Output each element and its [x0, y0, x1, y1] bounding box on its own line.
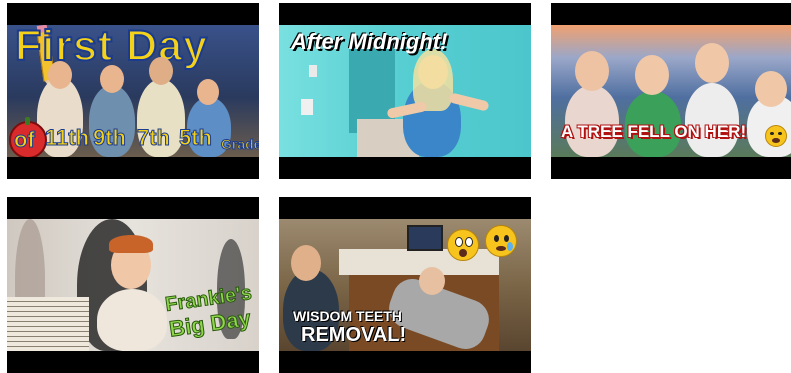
title-first-day: First Day [14, 25, 209, 70]
person [685, 83, 739, 157]
wall-switch [301, 99, 313, 115]
face [197, 79, 219, 105]
face [575, 51, 609, 91]
person [565, 85, 619, 157]
shocked-emoji-icon [447, 229, 479, 261]
thumbnail-image: WISDOM TEETH REMOVAL! [279, 219, 531, 351]
grade-label-11th: 11th [44, 125, 90, 150]
video-thumbnail-after-midnight[interactable]: After Midnight! [279, 3, 531, 179]
thumbnail-image: A TREE FELL ON HER! [551, 25, 791, 157]
video-grid: First Day of 11th 9th 7th 5th Grade Afte… [0, 0, 791, 373]
face [755, 71, 787, 107]
thumbnail-image: First Day of 11th 9th 7th 5th Grade [7, 25, 259, 157]
thumbnail-image: Frankie's Big Day [7, 219, 259, 351]
face [100, 65, 124, 93]
face [635, 55, 669, 95]
video-thumbnail-tree-fell[interactable]: A TREE FELL ON HER! [551, 3, 791, 179]
of-badge: of [14, 127, 36, 152]
thumbnail-image: After Midnight! [279, 25, 531, 157]
monitor [407, 225, 443, 251]
video-thumbnail-wisdom-teeth[interactable]: WISDOM TEETH REMOVAL! [279, 197, 531, 373]
sob-emoji-icon [765, 125, 787, 147]
caption-wisdom-teeth-line1: WISDOM TEETH [293, 308, 402, 324]
caption-tree-fell: A TREE FELL ON HER! [561, 122, 747, 141]
grade-label-9th: 9th [93, 125, 127, 150]
apple-icon: of [9, 117, 47, 157]
face [149, 57, 173, 85]
grade-label-5th: 5th [179, 125, 213, 150]
video-thumbnail-frankie[interactable]: Frankie's Big Day [7, 197, 259, 373]
hair [109, 235, 153, 253]
face [419, 267, 445, 295]
grade-label-7th: 7th [137, 125, 171, 150]
face [48, 61, 72, 89]
caption-after-midnight: After Midnight! [291, 29, 448, 54]
sheet-music [7, 297, 89, 351]
face [695, 43, 729, 83]
wall-panel [309, 65, 317, 77]
grade-word: Grade [220, 136, 259, 152]
crying-emoji-icon [485, 225, 517, 257]
person [97, 289, 167, 351]
face [291, 245, 321, 281]
video-thumbnail-first-day[interactable]: First Day of 11th 9th 7th 5th Grade [7, 3, 259, 179]
caption-wisdom-teeth-line2: REMOVAL! [301, 324, 407, 346]
